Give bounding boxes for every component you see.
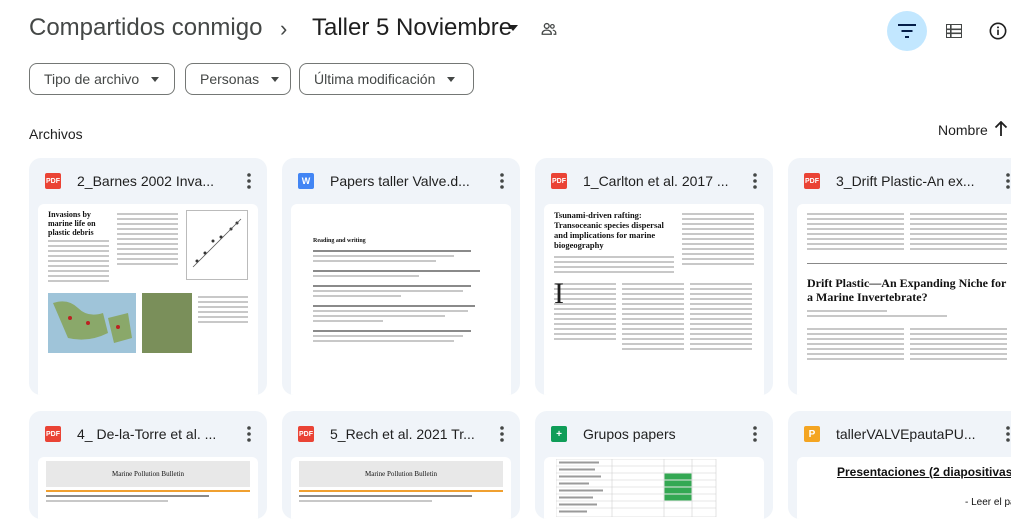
file-thumbnail: Marine Pollution Bulletin — [38, 457, 258, 519]
thumbnail-bullet: Leer el paper — [971, 497, 1011, 508]
more-vert-icon — [500, 173, 504, 189]
more-vert-icon — [500, 426, 504, 442]
file-card-header: PDF 2_Barnes 2002 Inva... — [29, 158, 267, 204]
info-icon — [989, 22, 1007, 40]
more-vert-icon — [1006, 173, 1010, 189]
more-actions-button[interactable] — [239, 171, 259, 191]
last-modified-filter-label: Última modificación — [314, 71, 436, 87]
breadcrumb-root[interactable]: Compartidos conmigo — [29, 14, 262, 42]
word-file-icon: W — [298, 173, 314, 189]
more-vert-icon — [753, 426, 757, 442]
list-layout-button[interactable] — [934, 11, 974, 51]
slides-file-icon: P — [804, 426, 820, 442]
file-name: 2_Barnes 2002 Inva... — [77, 173, 214, 189]
file-card[interactable]: PDF 2_Barnes 2002 Inva... Invasions by m… — [29, 158, 267, 395]
file-thumbnail: Tsunami-driven rafting: Transoceanic spe… — [544, 204, 764, 395]
pdf-file-icon: PDF — [551, 173, 567, 189]
breadcrumb-separator: › — [280, 16, 288, 41]
folder-menu-caret-icon[interactable] — [508, 25, 518, 31]
details-button[interactable] — [978, 11, 1011, 51]
file-type-filter-label: Tipo de archivo — [44, 71, 140, 87]
drive-window: Compartidos conmigo › Taller 5 Noviembre — [0, 0, 1011, 519]
pdf-file-icon: PDF — [804, 173, 820, 189]
more-vert-icon — [247, 426, 251, 442]
sort-by-name-button[interactable]: Nombre — [938, 122, 988, 138]
file-type-filter-chip[interactable]: Tipo de archivo — [29, 63, 175, 95]
list-view-icon — [946, 24, 962, 38]
file-name: 5_Rech et al. 2021 Tr... — [330, 426, 475, 442]
file-thumbnail: Reading and writing — [291, 204, 511, 395]
more-actions-button[interactable] — [998, 171, 1011, 191]
more-vert-icon — [753, 173, 757, 189]
file-card-header: PDF 5_Rech et al. 2021 Tr... — [282, 411, 520, 457]
file-thumbnail: Presentaciones (2 diapositivas - Leer el… — [797, 457, 1011, 519]
file-card-header: W Papers taller Valve.d... — [282, 158, 520, 204]
files-section-heading: Archivos — [29, 126, 83, 142]
file-name: 1_Carlton et al. 2017 ... — [583, 173, 729, 189]
more-vert-icon — [247, 173, 251, 189]
thumbnail-title: Presentaciones (2 diapositivas — [837, 465, 1011, 479]
thumbnail-title: Marine Pollution Bulletin — [112, 470, 184, 478]
file-card[interactable]: PDF 1_Carlton et al. 2017 ... Tsunami-dr… — [535, 158, 773, 395]
file-name: 4_ De-la-Torre et al. ... — [77, 426, 217, 442]
file-card[interactable]: + Grupos papers — [535, 411, 773, 519]
file-card[interactable]: PDF 4_ De-la-Torre et al. ... Marine Pol… — [29, 411, 267, 519]
chevron-down-icon — [271, 76, 280, 82]
more-actions-button[interactable] — [239, 424, 259, 444]
file-card-header: + Grupos papers — [535, 411, 773, 457]
more-actions-button[interactable] — [492, 171, 512, 191]
file-thumbnail: Marine Pollution Bulletin — [291, 457, 511, 519]
file-name: Grupos papers — [583, 426, 676, 442]
people-filter-chip[interactable]: Personas — [185, 63, 291, 95]
file-thumbnail: Drift Plastic—An Expanding Niche for a M… — [797, 204, 1011, 395]
thumbnail-title: Drift Plastic—An Expanding Niche for a M… — [807, 276, 1007, 304]
more-actions-button[interactable] — [745, 424, 765, 444]
filter-view-button[interactable] — [887, 11, 927, 51]
shared-folder-icon — [541, 22, 557, 35]
file-card-header: PDF 1_Carlton et al. 2017 ... — [535, 158, 773, 204]
pdf-file-icon: PDF — [45, 426, 61, 442]
thumbnail-title: Tsunami-driven rafting: Transoceanic spe… — [554, 210, 664, 250]
last-modified-filter-chip[interactable]: Última modificación — [299, 63, 474, 95]
thumbnail-title: Invasions by marine life on plastic debr… — [48, 210, 96, 237]
sort-ascending-arrow-icon[interactable] — [994, 121, 1008, 137]
people-filter-label: Personas — [200, 71, 260, 87]
more-actions-button[interactable] — [998, 424, 1011, 444]
file-thumbnail: Invasions by marine life on plastic debr… — [38, 204, 258, 395]
thumbnail-title: Marine Pollution Bulletin — [365, 470, 437, 478]
file-card[interactable]: W Papers taller Valve.d... Reading and w… — [282, 158, 520, 395]
breadcrumb-current-folder[interactable]: Taller 5 Noviembre — [312, 14, 512, 42]
file-card-header: PDF 3_Drift Plastic-An ex... — [788, 158, 1011, 204]
more-actions-button[interactable] — [492, 424, 512, 444]
pdf-file-icon: PDF — [45, 173, 61, 189]
filter-icon — [898, 24, 916, 38]
file-card[interactable]: PDF 5_Rech et al. 2021 Tr... Marine Poll… — [282, 411, 520, 519]
header: Compartidos conmigo › Taller 5 Noviembre — [0, 0, 1011, 60]
more-vert-icon — [1006, 426, 1010, 442]
pdf-file-icon: PDF — [298, 426, 314, 442]
chevron-down-icon — [151, 76, 160, 82]
file-thumbnail — [544, 457, 764, 519]
thumbnail-title: Reading and writing — [313, 238, 366, 244]
file-name: 3_Drift Plastic-An ex... — [836, 173, 975, 189]
file-card[interactable]: P tallerVALVEpautaPU... Presentaciones (… — [788, 411, 1011, 519]
file-card[interactable]: PDF 3_Drift Plastic-An ex... Drift Plast… — [788, 158, 1011, 395]
chevron-down-icon — [447, 76, 456, 82]
file-card-header: PDF 4_ De-la-Torre et al. ... — [29, 411, 267, 457]
file-name: Papers taller Valve.d... — [330, 173, 470, 189]
sheets-file-icon: + — [551, 426, 567, 442]
file-card-header: P tallerVALVEpautaPU... — [788, 411, 1011, 457]
spreadsheet-grid — [555, 458, 717, 518]
file-name: tallerVALVEpautaPU... — [836, 426, 976, 442]
more-actions-button[interactable] — [745, 171, 765, 191]
